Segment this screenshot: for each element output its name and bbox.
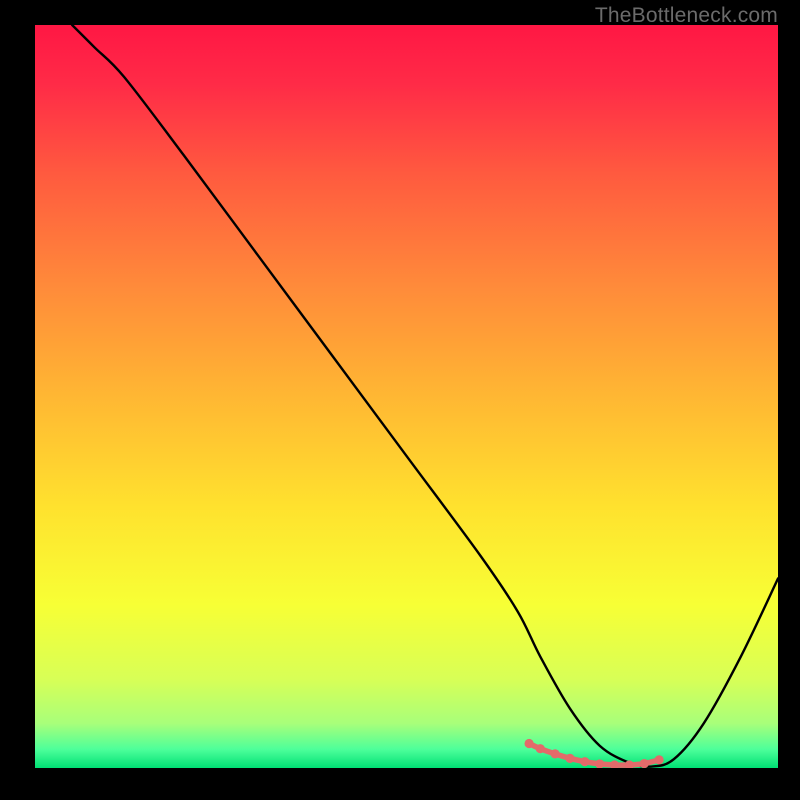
gradient-background [35, 25, 778, 768]
chart-frame: TheBottleneck.com [0, 0, 800, 800]
flat-region-dot [640, 759, 649, 768]
flat-region-dot [580, 757, 589, 766]
plot-area [35, 25, 778, 768]
flat-region-dot [655, 755, 664, 764]
chart-svg [35, 25, 778, 768]
flat-region-dot [551, 749, 560, 758]
flat-region-dot [536, 744, 545, 753]
flat-region-dot [524, 739, 533, 748]
flat-region-dot [565, 754, 574, 763]
